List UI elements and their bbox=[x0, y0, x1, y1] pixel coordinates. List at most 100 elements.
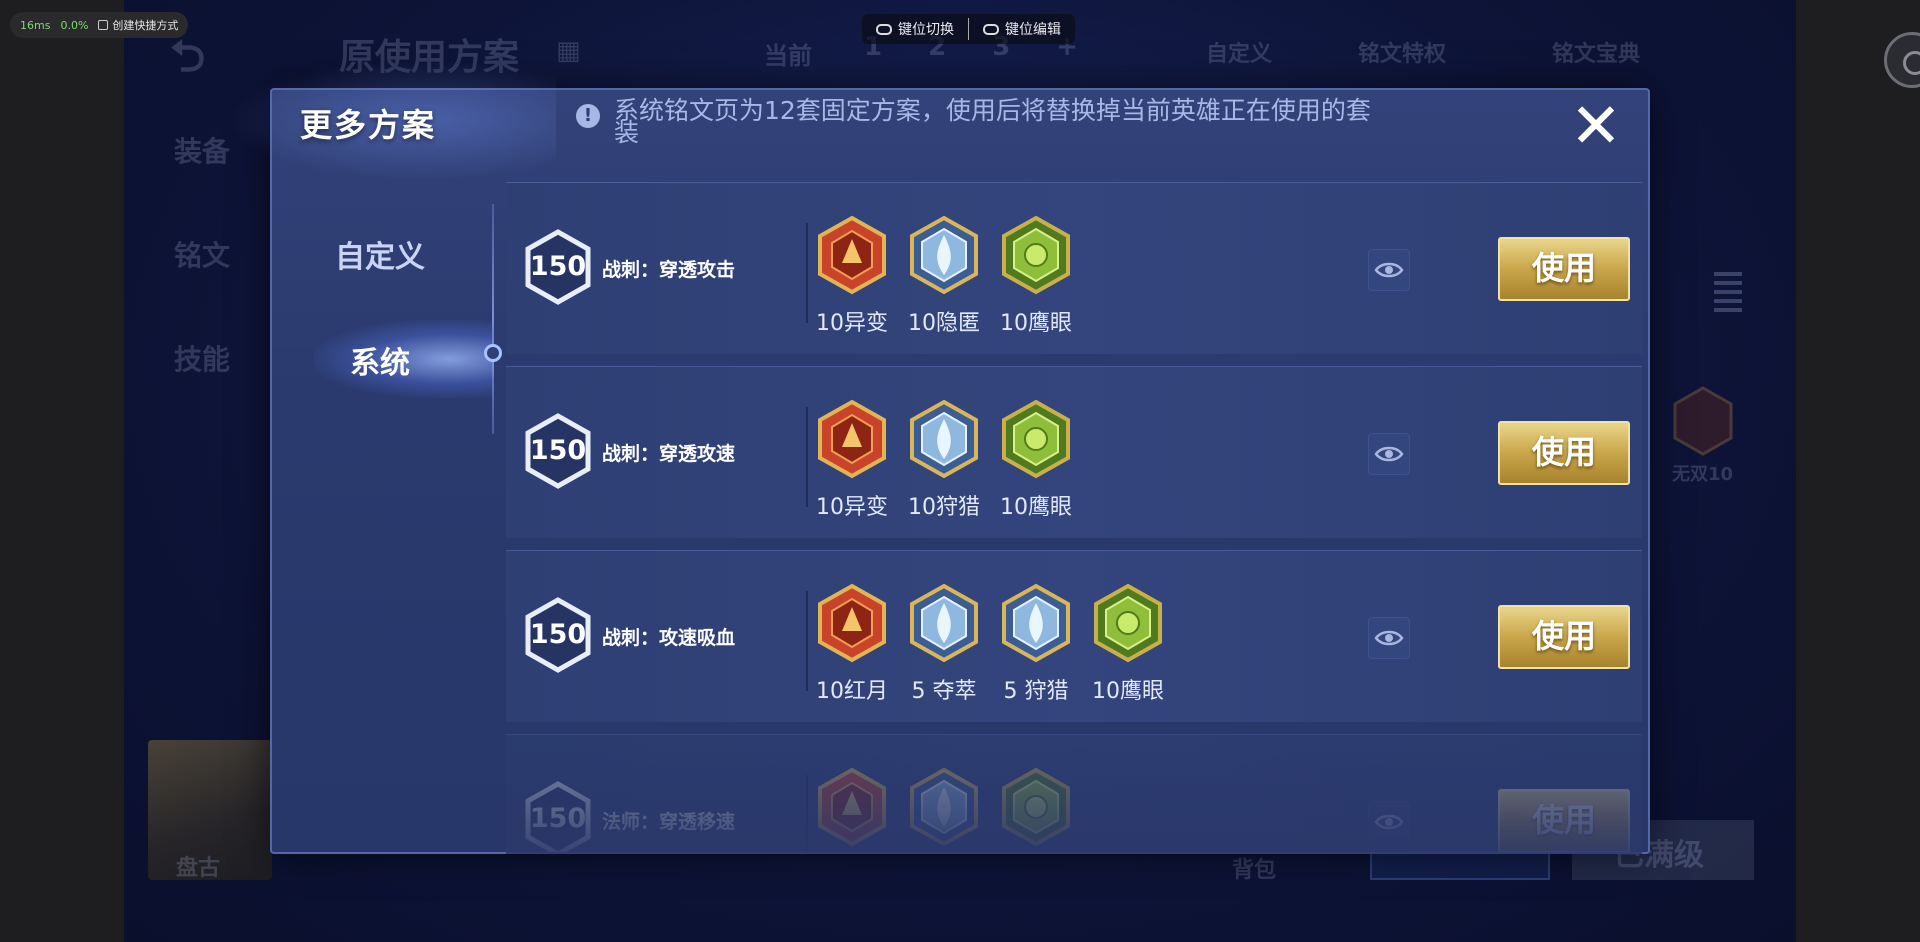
rune-item bbox=[816, 767, 888, 852]
rune-item: 5 夺萃 bbox=[908, 583, 980, 705]
plan-row: 150 战刺：穿透攻击 10异变 10隐匿 10鹰眼 使用 bbox=[506, 182, 1642, 354]
rune-label: 5 夺萃 bbox=[911, 679, 977, 704]
gamepad-icon bbox=[876, 23, 892, 35]
rune-label: 10鹰眼 bbox=[1000, 311, 1072, 336]
bg-side-skill[interactable]: 技能 bbox=[174, 338, 230, 378]
rune-red-icon bbox=[816, 399, 888, 483]
rune-set bbox=[816, 767, 1072, 852]
nav-active-indicator bbox=[484, 344, 502, 362]
plan-row: 150 战刺：攻速吸血 10红月 5 夺萃 5 狩猎 10鹰眼 使用 bbox=[506, 550, 1642, 722]
rune-item: 5 狩猎 bbox=[1000, 583, 1072, 705]
close-button[interactable]: ✕ bbox=[1566, 95, 1626, 158]
rune-green-icon bbox=[1000, 215, 1072, 299]
rune-red-icon bbox=[816, 583, 888, 667]
bg-codex-button[interactable]: 铭文宝典 bbox=[1552, 36, 1640, 68]
shortcut-icon bbox=[98, 20, 109, 30]
nav-tab-custom[interactable]: 自定义 bbox=[270, 232, 490, 276]
shortcut-label: 创建快捷方式 bbox=[112, 19, 179, 32]
bg-custom-button[interactable]: 自定义 bbox=[1206, 36, 1272, 68]
list-icon[interactable] bbox=[1714, 272, 1742, 312]
rune-blue-icon bbox=[908, 399, 980, 483]
key-edit-button[interactable]: 键位编辑 bbox=[983, 19, 1061, 39]
use-plan-button[interactable]: 使用 bbox=[1498, 237, 1630, 301]
bg-rune-label: 无双10 bbox=[1672, 464, 1734, 485]
rune-item: 10鹰眼 bbox=[1092, 583, 1164, 705]
rune-item: 10鹰眼 bbox=[1000, 215, 1072, 337]
use-plan-button[interactable]: 使用 bbox=[1498, 789, 1630, 852]
notice-text: 系统铭文页为12套固定方案，使用后将替换掉当前英雄正在使用的套装 bbox=[614, 96, 1371, 147]
bg-current-label: 当前 bbox=[764, 42, 812, 70]
create-shortcut-button[interactable]: 创建快捷方式 bbox=[98, 17, 178, 33]
key-switch-label: 键位切换 bbox=[898, 22, 954, 38]
plan-row: 150 战刺：穿透攻速 10异变 10狩猎 10鹰眼 使用 bbox=[506, 366, 1642, 538]
rune-set: 10红月 5 夺萃 5 狩猎 10鹰眼 bbox=[816, 583, 1164, 705]
rune-item: 10狩猎 bbox=[908, 399, 980, 521]
plan-name: 战刺：穿透攻击 bbox=[602, 259, 736, 281]
bg-hero-name: 盘古 bbox=[176, 856, 221, 881]
plan-category-nav: 自定义 系统 bbox=[270, 180, 502, 850]
eye-icon bbox=[1374, 262, 1404, 278]
plan-list: 150 战刺：穿透攻击 10异变 10隐匿 10鹰眼 使用 150 战刺：穿透攻… bbox=[506, 182, 1642, 852]
rune-green-icon bbox=[1000, 399, 1072, 483]
gamepad-icon bbox=[983, 23, 999, 35]
row-divider bbox=[806, 775, 808, 852]
level-badge: 150 bbox=[524, 781, 592, 852]
notice: ! 系统铭文页为12套固定方案，使用后将替换掉当前英雄正在使用的套装 bbox=[576, 96, 1376, 147]
preview-button[interactable] bbox=[1368, 249, 1410, 291]
row-divider bbox=[806, 591, 808, 691]
toolbar-divider bbox=[968, 18, 969, 40]
bg-side-rune[interactable]: 铭文 bbox=[174, 234, 230, 274]
rune-label: 10红月 bbox=[816, 679, 888, 704]
level-number: 150 bbox=[529, 803, 587, 834]
level-badge: 150 bbox=[524, 597, 592, 673]
key-switch-button[interactable]: 键位切换 bbox=[876, 19, 954, 39]
floating-ball-button[interactable] bbox=[1884, 32, 1920, 88]
preview-button[interactable] bbox=[1368, 617, 1410, 659]
rune-item: 10隐匿 bbox=[908, 215, 980, 337]
exclamation-icon: ! bbox=[576, 104, 600, 128]
use-plan-button[interactable]: 使用 bbox=[1498, 421, 1630, 485]
row-divider bbox=[806, 407, 808, 507]
rune-item: 10鹰眼 bbox=[1000, 399, 1072, 521]
rune-item: 10红月 bbox=[816, 583, 888, 705]
bg-privilege-button[interactable]: 铭文特权 bbox=[1358, 36, 1446, 68]
rune-item bbox=[1000, 767, 1072, 852]
rune-label: 10狩猎 bbox=[908, 495, 980, 520]
rune-label: 10鹰眼 bbox=[1000, 495, 1072, 520]
grid-icon: ▦ bbox=[556, 36, 581, 66]
latency-text: 16ms bbox=[20, 18, 51, 32]
rune-blue-icon bbox=[908, 215, 980, 299]
row-divider bbox=[806, 223, 808, 323]
rune-label: 10隐匿 bbox=[908, 311, 980, 336]
eye-icon bbox=[1374, 630, 1404, 646]
bg-side-equip[interactable]: 装备 bbox=[174, 130, 230, 170]
eye-icon bbox=[1374, 446, 1404, 462]
nav-divider bbox=[492, 204, 494, 434]
rune-item: 10异变 bbox=[816, 399, 888, 521]
plan-name: 战刺：攻速吸血 bbox=[602, 627, 736, 649]
rune-label: 10异变 bbox=[816, 495, 888, 520]
rune-item: 10异变 bbox=[816, 215, 888, 337]
rune-label: 5 狩猎 bbox=[1003, 679, 1069, 704]
rune-blue-icon bbox=[908, 767, 980, 851]
preview-button[interactable] bbox=[1368, 801, 1410, 843]
level-badge: 150 bbox=[524, 229, 592, 305]
level-badge: 150 bbox=[524, 413, 592, 489]
rune-red-icon bbox=[816, 215, 888, 299]
rune-set: 10异变 10狩猎 10鹰眼 bbox=[816, 399, 1072, 521]
key-toolbar: 键位切换 键位编辑 bbox=[862, 14, 1075, 44]
nav-tab-system[interactable]: 系统 bbox=[270, 338, 490, 382]
rune-blue-icon bbox=[1000, 583, 1072, 667]
rune-green-icon bbox=[1000, 767, 1072, 851]
preview-button[interactable] bbox=[1368, 433, 1410, 475]
use-plan-button[interactable]: 使用 bbox=[1498, 605, 1630, 669]
percent-text: 0.0% bbox=[60, 18, 89, 32]
plan-name: 法师：穿透移速 bbox=[602, 811, 736, 833]
rune-label: 10鹰眼 bbox=[1092, 679, 1164, 704]
perf-overlay: 16ms 0.0% 创建快捷方式 bbox=[10, 12, 189, 38]
rune-set: 10异变 10隐匿 10鹰眼 bbox=[816, 215, 1072, 337]
rune-blue-icon bbox=[908, 583, 980, 667]
rune-green-icon bbox=[1092, 583, 1164, 667]
bg-bag-label[interactable]: 背包 bbox=[1232, 852, 1276, 884]
rune-red-icon bbox=[816, 767, 888, 851]
